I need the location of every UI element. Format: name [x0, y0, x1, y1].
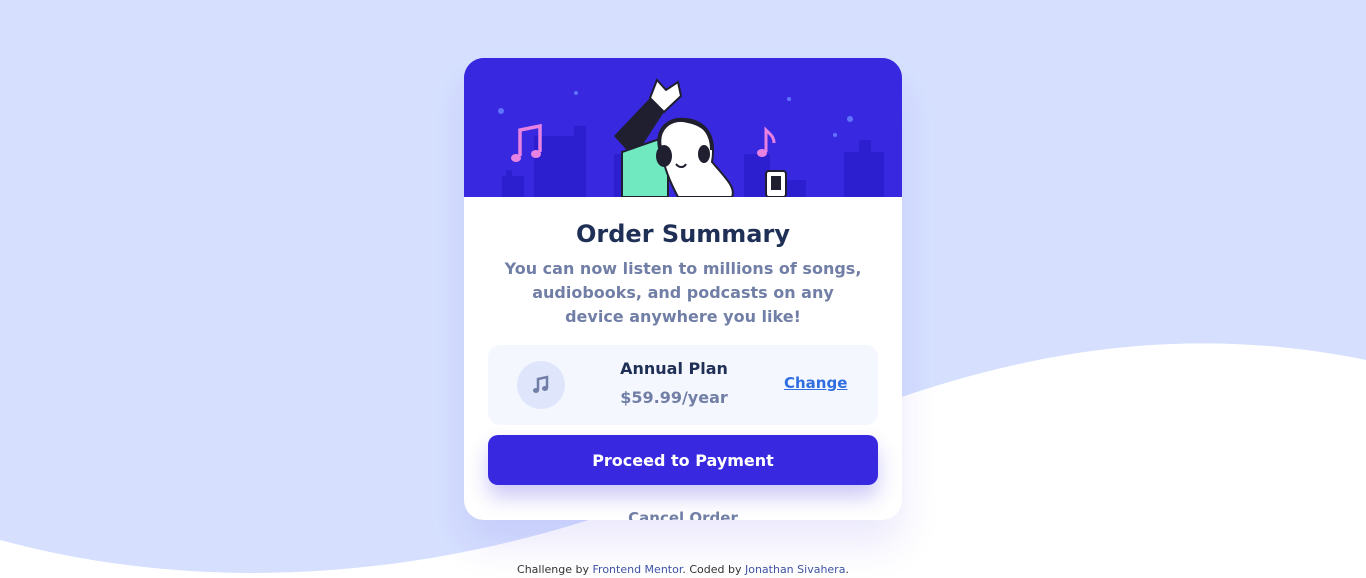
cancel-order-button[interactable]: Cancel Order	[464, 508, 902, 520]
hero-illustration	[464, 58, 902, 197]
attribution-suffix: .	[845, 563, 849, 576]
attribution-prefix: Challenge by	[517, 563, 593, 576]
attribution-middle: . Coded by	[682, 563, 745, 576]
change-plan-link[interactable]: Change	[784, 374, 847, 392]
order-summary-title: Order Summary	[576, 220, 790, 248]
plan-name: Annual Plan	[620, 359, 728, 378]
music-note-icon	[517, 361, 565, 409]
attribution: Challenge by Frontend Mentor. Coded by J…	[0, 563, 1366, 576]
author-link[interactable]: Jonathan Sivahera	[745, 563, 845, 576]
plan-summary-box: Annual Plan $59.99/year Change	[488, 345, 878, 425]
city-skyline-illustration	[464, 58, 902, 197]
order-summary-description: You can now listen to millions of songs,…	[504, 259, 862, 326]
plan-price: $59.99/year	[620, 388, 728, 407]
proceed-to-payment-button[interactable]: Proceed to Payment	[488, 435, 878, 485]
order-summary-card: Order Summary You can now listen to mill…	[464, 58, 902, 520]
frontend-mentor-link[interactable]: Frontend Mentor	[593, 563, 683, 576]
